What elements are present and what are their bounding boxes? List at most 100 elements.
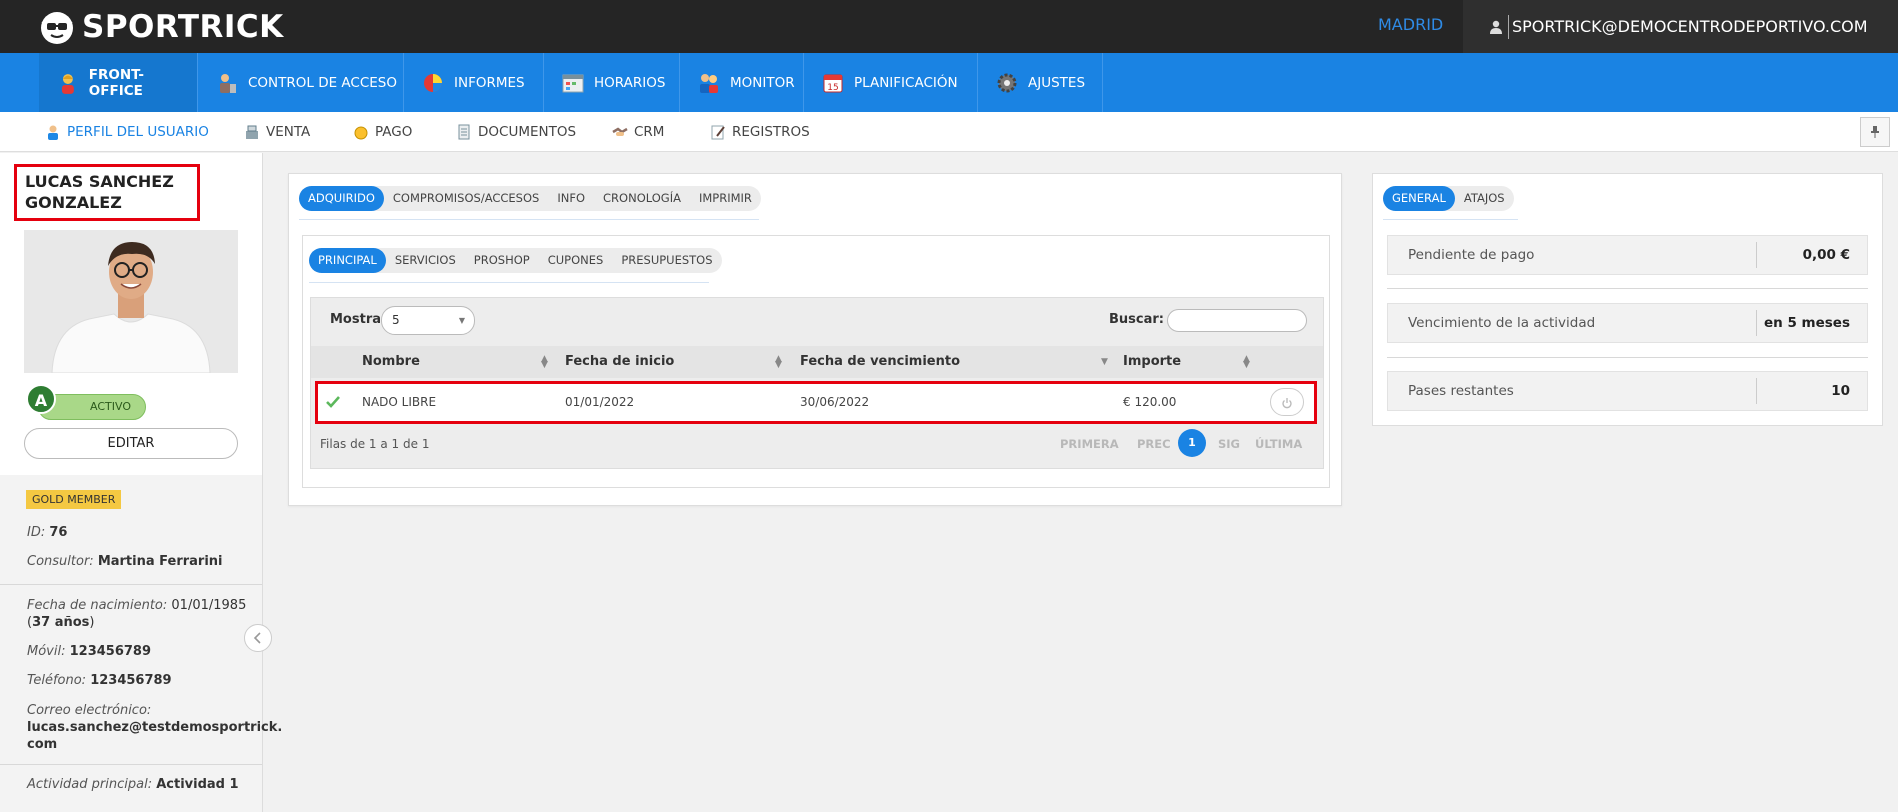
- subnav-perfil-del-usuario[interactable]: PERFIL DEL USUARIO: [45, 112, 209, 152]
- tab-presupuestos[interactable]: PRESUPUESTOS: [612, 248, 721, 273]
- nav-control-de-acceso[interactable]: CONTROL DE ACCESO: [198, 53, 404, 112]
- activity-label: Actividad principal:: [27, 777, 153, 792]
- subnav-label: VENTA: [266, 124, 311, 140]
- birth-date: Fecha de nacimiento: 01/01/1985 (37 años): [27, 598, 247, 630]
- row-power-button[interactable]: [1270, 388, 1304, 416]
- search-label: Buscar:: [1109, 312, 1164, 327]
- nav-ajustes[interactable]: AJUSTES: [978, 53, 1103, 112]
- tab-principal[interactable]: PRINCIPAL: [309, 248, 386, 273]
- cell-fecha-vencimiento: 30/06/2022: [800, 395, 870, 409]
- pager-prev[interactable]: PREC: [1137, 437, 1171, 451]
- nav-monitor[interactable]: MONITOR: [680, 53, 804, 112]
- coin-icon: [354, 126, 368, 140]
- table-row[interactable]: NADO LIBRE 01/01/2022 30/06/2022 € 120.0…: [315, 381, 1317, 424]
- column-fecha-inicio[interactable]: Fecha de inicio: [565, 346, 674, 378]
- acquired-panel: PRINCIPAL SERVICIOS PROSHOP CUPONES PRES…: [302, 235, 1330, 488]
- city-selector[interactable]: MADRID: [1378, 0, 1443, 53]
- pager-current[interactable]: 1: [1178, 429, 1206, 457]
- sort-icon[interactable]: ▲ ▼: [1243, 355, 1250, 370]
- value-separator: [1756, 378, 1757, 404]
- activity-value: Actividad 1: [156, 777, 239, 792]
- remaining-passes: Pases restantes 10: [1387, 371, 1868, 411]
- subnav-label: PERFIL DEL USUARIO: [67, 124, 209, 140]
- pending-payment-value: 0,00 €: [1802, 247, 1850, 263]
- activity-expiry: Vencimiento de la actividad en 5 meses: [1387, 303, 1868, 343]
- log-icon: [711, 125, 725, 140]
- subnav-label: PAGO: [375, 124, 413, 140]
- tab-cronologia[interactable]: CRONOLOGÍA: [594, 186, 690, 211]
- nav-informes[interactable]: INFORMES: [404, 53, 544, 112]
- divider: [0, 584, 262, 585]
- edit-button[interactable]: EDITAR: [24, 428, 238, 459]
- tab-adquirido[interactable]: ADQUIRIDO: [299, 186, 384, 211]
- tab-servicios[interactable]: SERVICIOS: [386, 248, 465, 273]
- collapse-sidebar-button[interactable]: [244, 624, 272, 652]
- account-menu[interactable]: SPORTRICK@DEMOCENTRODEPORTIVO.COM: [1463, 0, 1898, 53]
- handshake-icon: [612, 127, 628, 136]
- brand-logo[interactable]: SPORTRICK: [36, 4, 284, 49]
- divider: [1387, 288, 1868, 289]
- subnav-registros[interactable]: REGISTROS: [710, 112, 810, 152]
- page-size-select[interactable]: 5 ▼: [381, 306, 475, 335]
- account-separator: [1508, 14, 1509, 39]
- pending-payment-label: Pendiente de pago: [1408, 247, 1535, 263]
- chevron-left-icon: [253, 632, 261, 644]
- sort-desc-icon[interactable]: ▼: [1101, 358, 1108, 367]
- sportrick-logo-icon: [41, 11, 73, 44]
- tab-underline: [299, 219, 759, 220]
- email: Correo electrónico: lucas.sanchez@testdem…: [27, 702, 282, 753]
- nav-label: HORARIOS: [594, 74, 666, 91]
- consultant-value: Martina Ferrarini: [97, 554, 223, 569]
- document-icon: [458, 124, 470, 140]
- nav-label: MONITOR: [730, 74, 795, 91]
- birth-value: 01/01/1985: [171, 598, 247, 613]
- subnav-venta[interactable]: VENTA: [244, 112, 310, 152]
- pin-icon[interactable]: [1860, 117, 1890, 147]
- pager-next[interactable]: SIG: [1218, 437, 1240, 451]
- tab-proshop[interactable]: PROSHOP: [465, 248, 539, 273]
- subnav-crm[interactable]: CRM: [612, 112, 664, 152]
- id-value: 76: [49, 525, 68, 540]
- sort-icon[interactable]: ▲ ▼: [541, 355, 548, 370]
- column-fecha-vencimiento[interactable]: Fecha de vencimiento: [800, 346, 960, 378]
- user-profile-icon: [48, 125, 58, 140]
- main-activity: Actividad principal: Actividad 1: [27, 777, 239, 792]
- pager-last[interactable]: ÚLTIMA: [1255, 437, 1302, 451]
- search-input[interactable]: [1167, 309, 1307, 332]
- column-nombre[interactable]: Nombre: [362, 346, 420, 378]
- tab-general[interactable]: GENERAL: [1383, 186, 1455, 211]
- main-tabs: ADQUIRIDO COMPROMISOS/ACCESOS INFO CRONO…: [299, 186, 761, 211]
- profile-card: LUCAS SANCHEZ GONZALEZ ACTIVO A EDITAR: [0, 153, 262, 475]
- nav-planificacion[interactable]: 15 PLANIFICACIÓN: [804, 53, 978, 112]
- subnav-documentos[interactable]: DOCUMENTOS: [456, 112, 576, 152]
- mobile-label: Móvil:: [27, 644, 66, 659]
- access-control-icon: [220, 73, 236, 93]
- tab-info[interactable]: INFO: [548, 186, 594, 211]
- tab-imprimir[interactable]: IMPRIMIR: [690, 186, 761, 211]
- sub-tabs: PRINCIPAL SERVICIOS PROSHOP CUPONES PRES…: [309, 248, 722, 273]
- nav-label: FRONT-OFFICE: [88, 66, 145, 99]
- data-table: Mostrar 5 ▼ Buscar: Nombre ▲ ▼ Fecha de i…: [310, 297, 1324, 469]
- main-navigation: FRONT-OFFICE CONTROL DE ACCESO INFORMES …: [0, 53, 1898, 112]
- purchases-panel: ADQUIRIDO COMPROMISOS/ACCESOS INFO CRONO…: [288, 173, 1342, 506]
- subnav-label: CRM: [634, 124, 665, 140]
- subnav-pago[interactable]: PAGO: [353, 112, 412, 152]
- nav-label: CONTROL DE ACCESO: [248, 74, 398, 91]
- column-importe[interactable]: Importe: [1123, 346, 1181, 378]
- nav-front-office[interactable]: FRONT-OFFICE: [39, 53, 198, 112]
- birth-label: Fecha de nacimiento:: [27, 598, 168, 613]
- tab-underline: [1383, 219, 1518, 220]
- nav-horarios[interactable]: HORARIOS: [544, 53, 680, 112]
- subnav-label: DOCUMENTOS: [478, 124, 577, 140]
- tab-compromisos-accesos[interactable]: COMPROMISOS/ACCESOS: [384, 186, 548, 211]
- consultant: Consultor: Martina Ferrarini: [27, 554, 223, 569]
- divider: [0, 764, 262, 765]
- pager-first[interactable]: PRIMERA: [1060, 437, 1119, 451]
- sort-icon[interactable]: ▲ ▼: [775, 355, 782, 370]
- nav-label: AJUSTES: [1028, 74, 1086, 91]
- tab-atajos[interactable]: ATAJOS: [1455, 186, 1514, 211]
- tab-cupones[interactable]: CUPONES: [539, 248, 613, 273]
- activity-expiry-value: en 5 meses: [1763, 315, 1850, 331]
- mobile: Móvil: 123456789: [27, 644, 151, 659]
- cell-nombre: NADO LIBRE: [362, 395, 437, 409]
